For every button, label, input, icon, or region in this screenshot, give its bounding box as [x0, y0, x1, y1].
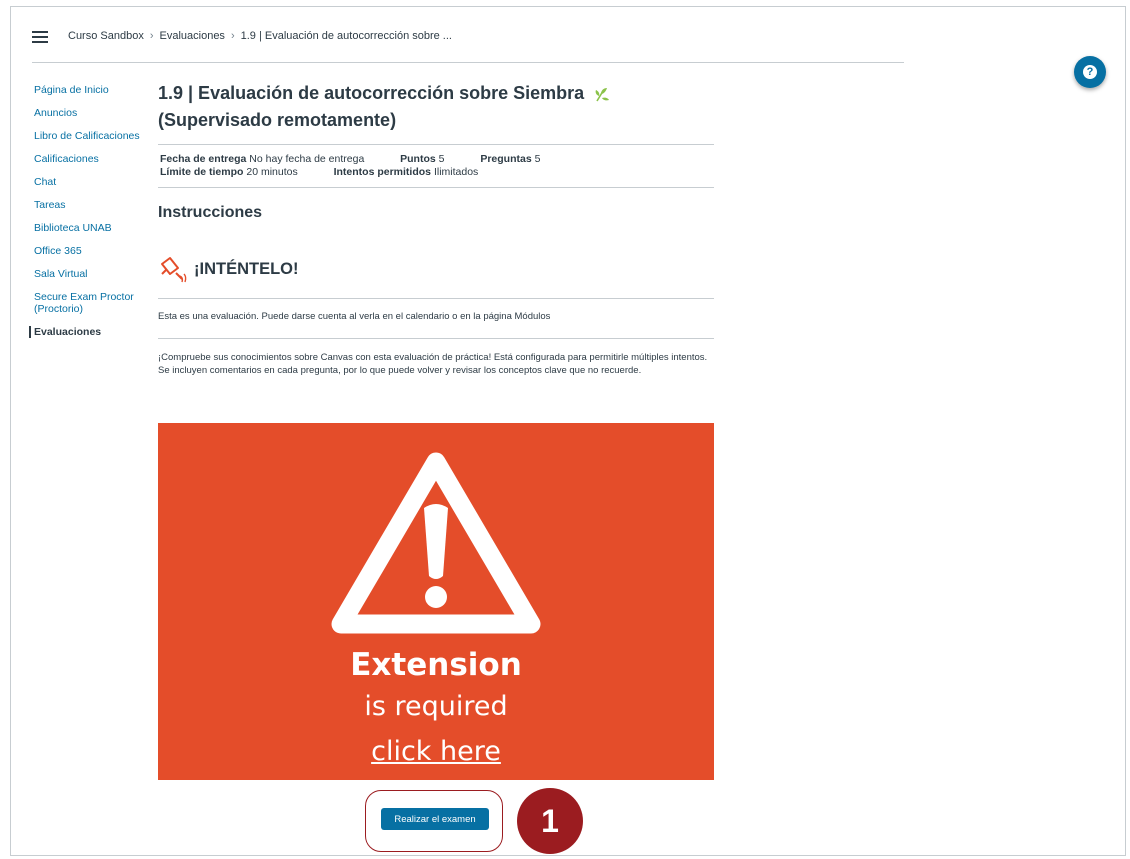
nav-item-virtual-room[interactable]: Sala Virtual [34, 268, 146, 280]
leaf-icon [595, 88, 610, 102]
callout-number-badge: 1 [517, 788, 583, 854]
nav-item-announcements[interactable]: Anuncios [34, 107, 146, 119]
title-line-1: 1.9 | Evaluación de autocorrección sobre… [158, 83, 585, 103]
instruction-paragraph-1: Esta es una evaluación. Puede darse cuen… [158, 298, 714, 322]
nav-item-grades[interactable]: Calificaciones [34, 153, 146, 165]
callout-highlight [365, 790, 503, 852]
top-bar: Curso Sandbox › Evaluaciones › 1.9 | Evaluac… [32, 26, 904, 63]
quiz-details: Fecha de entrega No hay fecha de entrega… [158, 144, 714, 188]
help-button[interactable]: ? [1074, 56, 1106, 88]
breadcrumb-quizzes[interactable]: Evaluaciones [160, 30, 225, 42]
instruction-paragraph-2: ¡Compruebe sus conocimientos sobre Canva… [158, 338, 714, 377]
time-limit-value: 20 minutos [246, 166, 298, 178]
nav-item-office365[interactable]: Office 365 [34, 245, 146, 257]
points-label: Puntos [400, 153, 436, 165]
instructions-heading: Instrucciones [158, 204, 263, 221]
nav-item-gradebook[interactable]: Libro de Calificaciones [34, 130, 146, 142]
nav-item-chat[interactable]: Chat [34, 176, 146, 188]
nav-item-quizzes[interactable]: Evaluaciones [29, 326, 146, 338]
nav-item-proctorio[interactable]: Secure Exam Proctor (Proctorio) [34, 291, 146, 315]
extension-link[interactable]: click here [158, 736, 714, 767]
hamburger-icon[interactable] [32, 31, 48, 43]
extension-title: Extension [350, 647, 522, 683]
nav-item-library[interactable]: Biblioteca UNAB [34, 222, 146, 234]
time-limit-label: Límite de tiempo [160, 166, 244, 178]
questions-value: 5 [534, 153, 541, 165]
attempts-label: Intentos permitidos [333, 166, 432, 178]
title-line-2: (Supervisado remotamente) [158, 110, 397, 130]
due-label: Fecha de entrega [160, 153, 247, 165]
warning-icon [331, 452, 541, 634]
chevron-right-icon: › [230, 30, 235, 42]
quiz-content: 1.9 | Evaluación de autocorrección sobre… [158, 80, 714, 377]
breadcrumb-course[interactable]: Curso Sandbox [68, 30, 144, 42]
due-value: No hay fecha de entrega [249, 153, 365, 165]
attempts-value: Ilimitados [433, 166, 479, 178]
points-value: 5 [438, 153, 445, 165]
try-it-title: ¡INTÉNTELO! [194, 259, 299, 278]
extension-required-banner[interactable]: Extension is required click here [158, 423, 714, 780]
extension-subtitle: is required [364, 691, 508, 722]
questions-label: Preguntas [480, 153, 532, 165]
nav-item-home[interactable]: Página de Inicio [34, 84, 146, 96]
breadcrumb: Curso Sandbox › Evaluaciones › 1.9 | Evaluac… [68, 30, 452, 42]
nav-item-assignments[interactable]: Tareas [34, 199, 146, 211]
page-title: 1.9 | Evaluación de autocorrección sobre… [158, 80, 714, 134]
try-it-heading: ¡INTÉNTELO! [158, 254, 714, 284]
chevron-right-icon: › [149, 30, 154, 42]
breadcrumb-current: 1.9 | Evaluación de autocorrección sobre… [240, 30, 452, 42]
watering-can-icon [161, 257, 187, 283]
help-icon: ? [1083, 65, 1097, 79]
course-navigation: Página de Inicio Anuncios Libro de Calif… [29, 84, 146, 349]
